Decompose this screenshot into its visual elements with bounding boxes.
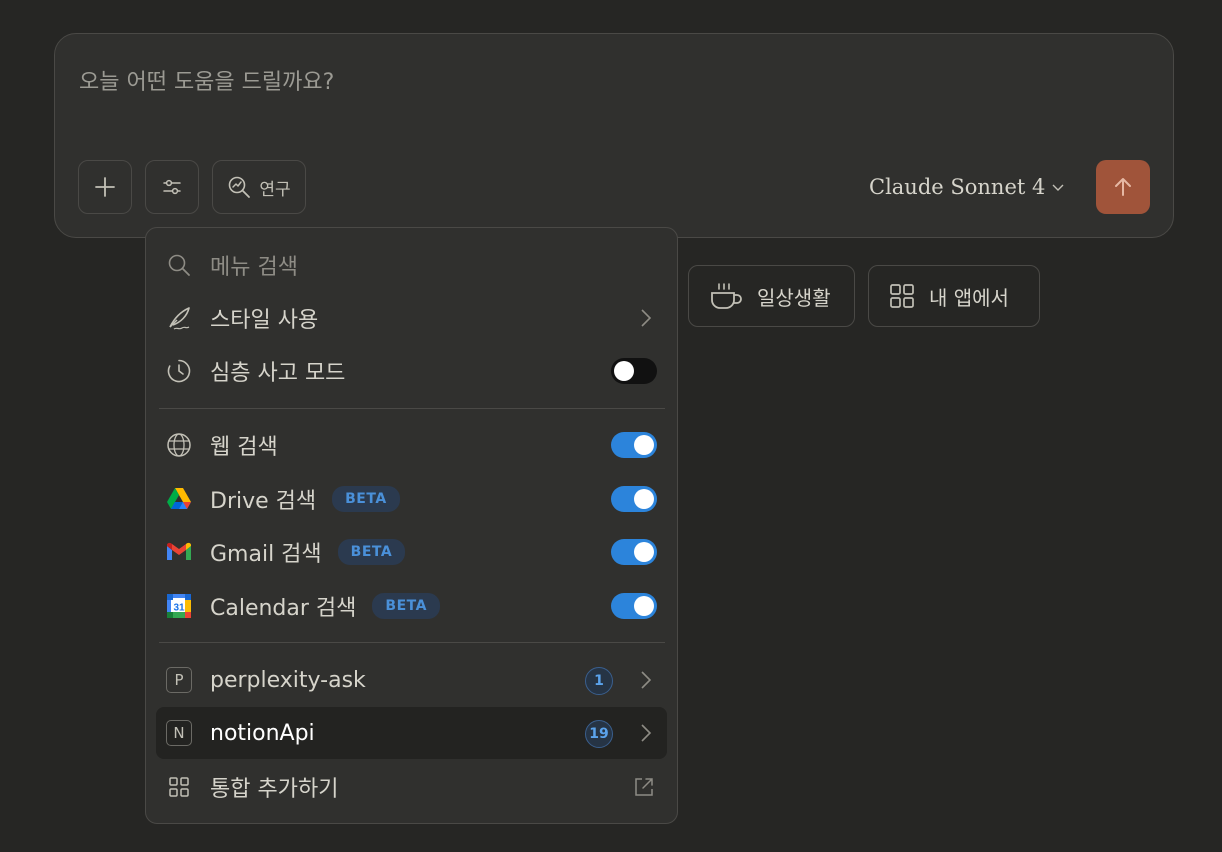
model-selector[interactable]: Claude Sonnet 4 xyxy=(869,172,1065,202)
from-my-apps-chip[interactable]: 내 앱에서 xyxy=(868,265,1040,327)
integration-name: perplexity-ask xyxy=(210,667,366,693)
menu-item-deep-thinking[interactable]: 심층 사고 모드 xyxy=(156,345,667,397)
menu-item-calendar-search[interactable]: 31 Calendar 검색 BETA xyxy=(156,580,667,632)
google-drive-icon xyxy=(166,486,192,512)
calendar-icon-day: 31 xyxy=(173,603,185,614)
send-button[interactable] xyxy=(1096,160,1150,214)
gmail-icon xyxy=(166,539,192,565)
web-search-toggle[interactable] xyxy=(611,432,657,458)
chat-composer: 오늘 어떤 도움을 드릴까요? 연구 Claude Sonnet 4 xyxy=(54,33,1174,238)
style-label: 스타일 사용 xyxy=(210,308,319,333)
plus-icon xyxy=(95,177,115,197)
beta-badge: BETA xyxy=(372,593,440,619)
beta-badge: BETA xyxy=(332,486,400,512)
from-my-apps-label: 내 앱에서 xyxy=(929,285,1009,310)
drive-search-toggle[interactable] xyxy=(611,486,657,512)
calendar-search-label: Calendar 검색 xyxy=(210,596,357,621)
beta-badge: BETA xyxy=(337,539,406,565)
arrow-up-icon xyxy=(1115,178,1131,196)
feather-pen-icon xyxy=(166,305,192,331)
chevron-right-icon xyxy=(641,724,652,742)
menu-search-input[interactable]: 메뉴 검색 xyxy=(210,249,298,281)
menu-item-gmail-search[interactable]: Gmail 검색 BETA xyxy=(156,526,667,578)
model-name: Claude Sonnet 4 xyxy=(869,175,1046,199)
menu-search[interactable]: 메뉴 검색 xyxy=(156,239,667,291)
chevron-right-icon xyxy=(641,309,652,327)
add-attachment-button[interactable] xyxy=(78,160,132,214)
menu-divider xyxy=(159,408,665,409)
deep-thinking-toggle[interactable] xyxy=(611,358,657,384)
coffee-cup-icon xyxy=(711,283,742,309)
deep-thinking-label: 심층 사고 모드 xyxy=(210,361,346,386)
research-button[interactable]: 연구 xyxy=(212,160,306,214)
clock-icon xyxy=(166,358,192,384)
research-label: 연구 xyxy=(259,179,291,200)
globe-icon xyxy=(166,432,192,458)
drive-search-label: Drive 검색 xyxy=(210,489,317,514)
integration-letter-icon: P xyxy=(166,667,192,693)
menu-item-style[interactable]: 스타일 사용 xyxy=(156,292,667,344)
sliders-icon xyxy=(163,179,181,195)
grid-icon xyxy=(890,284,914,308)
add-integration-label: 통합 추가하기 xyxy=(210,777,339,802)
chevron-down-icon xyxy=(1052,184,1064,191)
menu-item-integration-notion[interactable]: N notionApi 19 xyxy=(156,707,667,759)
menu-item-drive-search[interactable]: Drive 검색 BETA xyxy=(156,473,667,525)
menu-item-integration-perplexity[interactable]: P perplexity-ask 1 xyxy=(156,654,667,706)
chevron-right-icon xyxy=(641,671,652,689)
daily-life-chip[interactable]: 일상생활 xyxy=(688,265,855,327)
tools-menu: 메뉴 검색 스타일 사용 심층 사고 모드 웹 검색 Drive 검색 BETA… xyxy=(145,227,678,824)
tool-count-badge: 19 xyxy=(585,720,613,748)
google-calendar-icon: 31 xyxy=(166,593,192,619)
tools-button[interactable] xyxy=(145,160,199,214)
external-link-icon xyxy=(635,778,653,796)
gmail-search-label: Gmail 검색 xyxy=(210,542,322,567)
integration-name: notionApi xyxy=(210,720,315,746)
calendar-search-toggle[interactable] xyxy=(611,593,657,619)
menu-divider xyxy=(159,642,665,643)
tool-count-badge: 1 xyxy=(585,667,613,695)
daily-life-label: 일상생활 xyxy=(757,285,831,310)
integration-letter-icon: N xyxy=(166,720,192,746)
grid-icon xyxy=(166,774,192,800)
message-input[interactable]: 오늘 어떤 도움을 드릴까요? xyxy=(79,64,334,96)
menu-item-web-search[interactable]: 웹 검색 xyxy=(156,419,667,471)
menu-item-add-integration[interactable]: 통합 추가하기 xyxy=(156,761,667,813)
web-search-label: 웹 검색 xyxy=(210,435,278,460)
research-icon xyxy=(229,176,251,198)
search-icon xyxy=(166,252,192,278)
gmail-search-toggle[interactable] xyxy=(611,539,657,565)
